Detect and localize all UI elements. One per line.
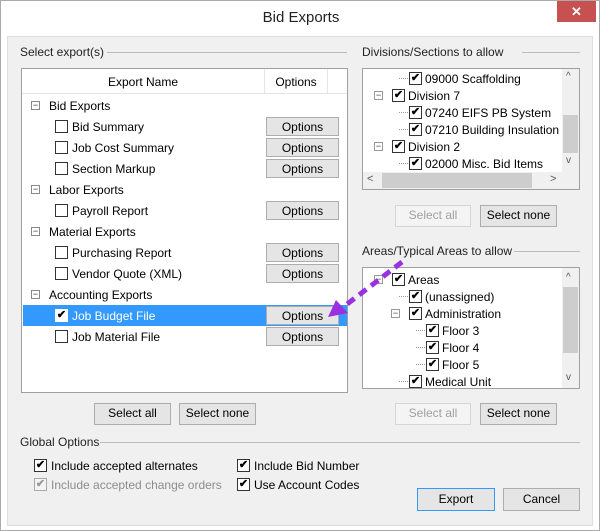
annotation-arrow: [328, 260, 404, 317]
arrow-head: [328, 300, 348, 317]
arrow-line: [340, 260, 404, 310]
